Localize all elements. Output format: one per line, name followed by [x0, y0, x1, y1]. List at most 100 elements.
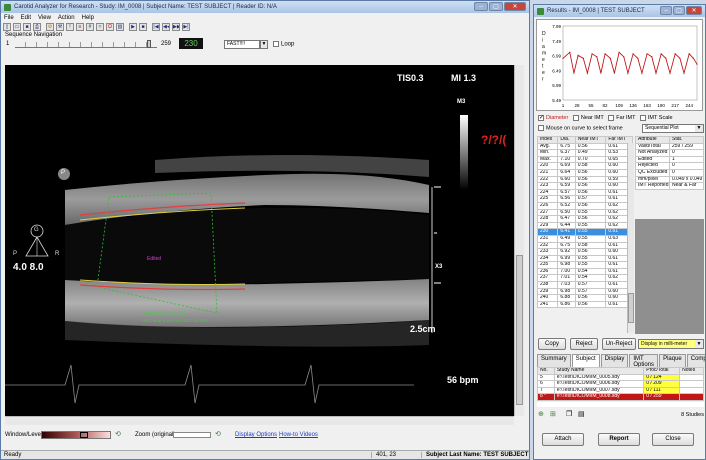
next-frame-icon[interactable]: ▶▶ [172, 23, 180, 31]
menu-help[interactable]: Help [82, 15, 94, 21]
scrollbar-thumb[interactable] [516, 255, 523, 405]
legend-imt-scale[interactable]: IMT Scale [639, 115, 673, 121]
table-row[interactable]: Not Analyzed 0 [635, 149, 704, 157]
column-header[interactable]: No. [537, 367, 555, 375]
table-row[interactable]: 224 6.57 0.56 0.61 [536, 188, 633, 197]
table-row[interactable]: 233 6.92 0.56 0.60 [536, 248, 633, 256]
column-header[interactable]: Dia. [557, 136, 576, 144]
far-imt-checkbox[interactable] [608, 115, 615, 121]
mouse-select-checkbox[interactable] [538, 125, 544, 131]
table-row[interactable]: 236 7.00 0.54 0.61 [536, 267, 633, 276]
table-row[interactable]: 222 6.60 0.56 0.59 [536, 175, 633, 184]
settings-icon[interactable]: ⚙ [46, 23, 54, 31]
table-row[interactable]: 232 6.75 0.58 0.61 [536, 241, 633, 250]
omega-icon[interactable]: Ω [106, 23, 114, 31]
table-row[interactable]: 237 7.01 0.54 0.62 [536, 274, 633, 283]
loop-checkbox-box[interactable] [273, 41, 279, 47]
window-level-thumb[interactable] [80, 432, 88, 438]
column-header[interactable]: Attribute [635, 136, 670, 144]
table-row[interactable]: 7 e:\Test\DICOM\IM_0007.sdy 0 / 111 [537, 386, 704, 395]
table-row[interactable]: 231 6.49 0.55 0.63 [536, 234, 633, 243]
image-vertical-scrollbar[interactable] [514, 65, 524, 416]
howto-videos-link[interactable]: How-to Videos [279, 432, 318, 438]
play-icon[interactable]: ▶ [129, 23, 137, 31]
table-row[interactable]: 234 6.99 0.55 0.61 [536, 254, 633, 263]
prev-frame-icon[interactable]: ◀◀ [162, 23, 170, 31]
report-button[interactable]: Report [598, 433, 640, 446]
table-row[interactable]: 229 6.44 0.55 0.62 [536, 221, 633, 230]
results-minimize-button[interactable]: – [660, 6, 672, 15]
close-results-button[interactable]: Close [652, 433, 694, 446]
plot-mode-arrow-icon[interactable]: ▼ [695, 125, 703, 132]
table-row[interactable]: Valid/Total 259 / 259 [635, 142, 704, 151]
stop-icon[interactable]: ■ [139, 23, 147, 31]
column-header[interactable]: Proc/Total [643, 367, 681, 375]
menu-file[interactable]: File [4, 15, 14, 21]
menu-action[interactable]: Action [58, 15, 75, 21]
new-icon[interactable]: ▯ [3, 23, 11, 31]
column-header[interactable]: Stat. [669, 136, 704, 144]
table-row[interactable]: 220 6.69 0.58 0.60 [536, 162, 633, 170]
table-row[interactable]: 5 e:\Test\DICOM\IM_0005.sdy 0 / 124 [537, 373, 704, 382]
data-table-scrollbar[interactable] [627, 143, 634, 333]
attach-button[interactable]: Attach [542, 433, 584, 446]
chart-icon[interactable]: ▥ [116, 23, 124, 31]
imt-scale-checkbox[interactable] [639, 115, 646, 121]
frame-data-table[interactable]: Index Dia. Near IMT Far IMT Avg. 6.75 0.56 0.61… [536, 136, 633, 309]
results-maximize-button[interactable]: ▢ [673, 6, 685, 15]
display-unit-arrow-icon[interactable]: ▼ [695, 340, 703, 348]
table-row[interactable]: Max. 7.10 0.70 0.65 [536, 155, 633, 164]
window-level-slider[interactable] [41, 431, 111, 439]
filter-icon[interactable]: ≈ [96, 23, 104, 31]
table-row[interactable]: 226 6.52 0.56 0.62 [536, 201, 633, 210]
data-table-scroll-thumb[interactable] [628, 293, 634, 323]
link-study-icon[interactable]: ⊞ [550, 410, 556, 418]
copy-study-icon[interactable]: ❐ [566, 410, 572, 418]
loop-checkbox[interactable]: Loop [273, 41, 294, 48]
speed-dropdown-arrow[interactable]: ▼ [260, 40, 268, 49]
display-options-link[interactable]: Display Options [235, 432, 277, 438]
add-study-icon[interactable]: ⊕ [538, 410, 544, 418]
zoom-slider[interactable] [173, 432, 211, 438]
ultrasound-viewport[interactable]: TIS0.3 MI 1.3 M3 ?/?/( P G P R 4.0 8.0 X… [5, 65, 514, 416]
menu-view[interactable]: View [38, 15, 51, 21]
column-header[interactable]: Study Name [553, 367, 645, 375]
column-header[interactable]: Notes [679, 367, 704, 375]
speed-select[interactable]: FAST!!!! [224, 40, 260, 49]
close-button[interactable]: ✕ [504, 2, 526, 11]
frame-slider[interactable] [15, 40, 157, 48]
table-row[interactable]: 240 6.88 0.56 0.60 [536, 294, 633, 302]
plot-mode-select[interactable]: Sequential Plot ▼ [642, 124, 704, 133]
column-header[interactable]: Index [536, 136, 559, 144]
table-row[interactable]: 6 e:\Test\DICOM\IM_0006.sdy 0 / 209 [537, 380, 704, 388]
open-icon[interactable]: ▭ [13, 23, 21, 31]
first-frame-icon[interactable]: |◀ [152, 23, 160, 31]
image-horizontal-scrollbar[interactable] [5, 416, 514, 425]
diameter-chart[interactable]: Di a m e t e r 7.99 7.49 6.99 6.49 5.99 5.49 1 28 55 82 1… [536, 19, 703, 111]
diameter-checkbox[interactable] [538, 114, 544, 121]
table-row[interactable]: Rejected 0 [635, 162, 704, 170]
display-unit-select[interactable]: Display in milli-meter ▼ [638, 339, 704, 349]
table-row[interactable]: Min. 6.37 0.49 0.53 [536, 149, 633, 157]
tools-icon[interactable]: ⚒ [56, 23, 64, 31]
paste-study-icon[interactable]: ▤ [578, 410, 585, 418]
legend-diameter[interactable]: Diameter [538, 114, 568, 121]
table-row[interactable]: 230 6.41 0.55 0.61 [536, 228, 633, 236]
last-frame-icon[interactable]: ▶| [182, 23, 190, 31]
table-row[interactable]: 225 6.56 0.57 0.61 [536, 195, 633, 203]
unreject-button[interactable]: Un-Reject [602, 338, 636, 350]
legend-near-imt[interactable]: Near IMT [572, 115, 604, 121]
table-row[interactable]: IMT Reported Near & Far [635, 182, 704, 190]
grid-icon[interactable]: # [86, 23, 94, 31]
table-row[interactable]: 238 7.03 0.57 0.61 [536, 281, 633, 289]
table-row[interactable]: 223 6.59 0.56 0.60 [536, 182, 633, 190]
results-close-button[interactable]: ✕ [686, 6, 702, 15]
table-row[interactable]: Edited 1 [635, 155, 704, 164]
table-row[interactable]: Avg. 6.75 0.56 0.61 [536, 142, 633, 151]
copy-button[interactable]: Copy [538, 338, 566, 350]
frame-slider-thumb[interactable] [147, 40, 151, 48]
save-icon[interactable]: ■ [23, 23, 31, 31]
table-row[interactable]: QC Excluded 0 [635, 168, 704, 177]
table-row[interactable]: 241 6.86 0.56 0.61 [536, 300, 633, 309]
table-row[interactable]: 235 6.98 0.55 0.61 [536, 261, 633, 269]
